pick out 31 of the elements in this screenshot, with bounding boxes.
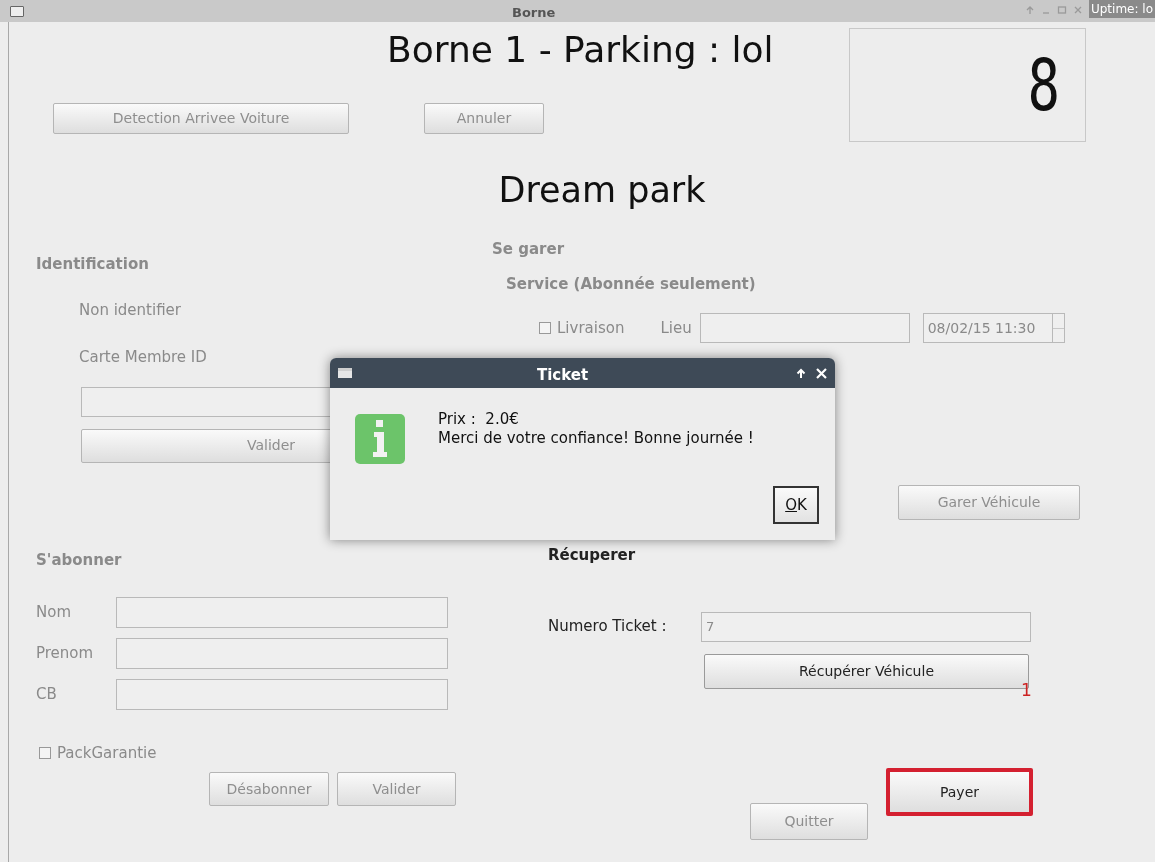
message-text: Prix : 2.0€ bbox=[438, 410, 520, 429]
window-title: Borne bbox=[512, 4, 556, 22]
field-label: Prenom bbox=[36, 642, 95, 664]
counter-display: 8 bbox=[849, 28, 1086, 142]
field-label: Lieu bbox=[660, 317, 692, 339]
pay-button[interactable]: Payer bbox=[886, 768, 1033, 816]
section-heading: S'abonner bbox=[36, 550, 123, 571]
status-text: Non identifier bbox=[79, 299, 182, 321]
info-icon bbox=[355, 414, 405, 464]
window-icon bbox=[10, 5, 24, 17]
ticket-number-field[interactable]: 7 bbox=[701, 611, 1031, 642]
section-heading: Identification bbox=[36, 254, 150, 275]
maximize-arrow-icon[interactable] bbox=[1025, 4, 1035, 16]
desktop-widget-text: Uptime: lo bbox=[1088, 0, 1155, 18]
checkbox-label: Livraison bbox=[557, 317, 625, 339]
field-label: CB bbox=[36, 683, 58, 705]
section-heading: Se garer bbox=[492, 239, 566, 260]
section-subheading: Service (Abonnée seulement) bbox=[506, 273, 757, 295]
field-label: Numero Ticket : bbox=[548, 616, 668, 638]
window-icon bbox=[338, 368, 352, 378]
field-label: Nom bbox=[36, 601, 72, 623]
field-label: Carte Membre ID bbox=[79, 347, 208, 368]
app-title: Dream park bbox=[497, 169, 707, 212]
checkbox-label: PackGarantie bbox=[57, 742, 157, 764]
dialog-title: Ticket bbox=[537, 365, 589, 386]
section-heading: Récuperer bbox=[548, 545, 637, 566]
up-arrow-icon[interactable] bbox=[796, 367, 806, 379]
parking-title: Borne 1 - Parking : lol bbox=[387, 28, 775, 72]
ok-button[interactable]: OK bbox=[773, 486, 819, 524]
close-icon[interactable] bbox=[816, 367, 827, 379]
restore-icon[interactable] bbox=[1057, 4, 1067, 16]
